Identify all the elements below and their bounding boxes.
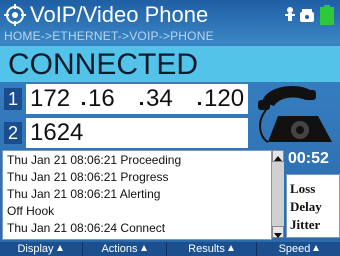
scrollbar-track[interactable]: [272, 162, 284, 226]
log-line: Thu Jan 21 08:06:24 Connect: [7, 221, 166, 235]
actions-label: Actions: [101, 243, 138, 255]
phone-icon: [258, 86, 332, 143]
ip-octet-1[interactable]: 172: [30, 84, 70, 114]
ip-row-number[interactable]: 1: [4, 88, 22, 110]
menu-up-icon: [313, 245, 320, 251]
menu-up-icon: [227, 245, 234, 251]
port-value: 1624: [30, 119, 84, 146]
person-icon: [285, 7, 295, 21]
quality-jitter: Jitter: [290, 217, 321, 232]
ip-address-field[interactable]: 172 16 34 120: [26, 84, 248, 114]
softkey-separator: [82, 242, 83, 256]
voip-phone-screen: VoIP/Video Phone HOME->ETHERNET->VOIP->P…: [0, 0, 340, 256]
log-line: Thu Jan 21 08:06:21 Progress: [7, 170, 169, 184]
log-line: Off Hook: [7, 204, 55, 218]
call-log[interactable]: Thu Jan 21 08:06:21 Proceeding Thu Jan 2…: [2, 150, 272, 240]
breadcrumb[interactable]: HOME->ETHERNET->VOIP->PHONE: [4, 29, 214, 43]
battery-icon: [320, 5, 334, 25]
status-icons: [285, 5, 334, 25]
display-label: Display: [17, 243, 54, 255]
menu-up-icon: [140, 245, 147, 251]
port-field[interactable]: 1624: [26, 118, 248, 148]
actions-button[interactable]: Actions: [84, 242, 164, 256]
ip-dot: [140, 102, 143, 105]
log-line: Thu Jan 21 08:06:21 Proceeding: [7, 153, 182, 167]
softkey-separator: [166, 242, 167, 256]
scroll-up-button[interactable]: [272, 150, 284, 162]
ip-dot: [198, 102, 201, 105]
quality-panel[interactable]: Loss Delay Jitter: [286, 174, 340, 238]
ip-octet-3[interactable]: 34: [146, 84, 173, 114]
call-status: CONNECTED: [8, 48, 199, 81]
scroll-down-button[interactable]: [272, 226, 284, 238]
ip-dot: [82, 102, 85, 105]
arrow-down-icon: [274, 233, 282, 238]
call-status-bar: CONNECTED: [0, 46, 340, 82]
port-row-number[interactable]: 2: [4, 122, 22, 144]
call-timer: 00:52: [288, 150, 329, 167]
app-title: VoIP/Video Phone: [30, 2, 209, 27]
speed-label: Speed: [278, 243, 311, 255]
results-label: Results: [188, 243, 225, 255]
results-button[interactable]: Results: [168, 242, 254, 256]
phone-status-icon: [300, 9, 314, 22]
speed-button[interactable]: Speed: [258, 242, 340, 256]
softkey-separator: [256, 242, 257, 256]
ip-octet-2[interactable]: 16: [88, 84, 115, 114]
title-bar: VoIP/Video Phone HOME->ETHERNET->VOIP->P…: [0, 0, 340, 44]
menu-up-icon: [56, 245, 63, 251]
gear-icon: [4, 4, 26, 26]
quality-loss: Loss: [290, 181, 316, 196]
display-button[interactable]: Display: [0, 242, 80, 256]
ip-octet-4[interactable]: 120: [204, 84, 244, 114]
quality-delay: Delay: [290, 199, 322, 214]
log-line: Thu Jan 21 08:06:21 Alerting: [7, 187, 161, 201]
